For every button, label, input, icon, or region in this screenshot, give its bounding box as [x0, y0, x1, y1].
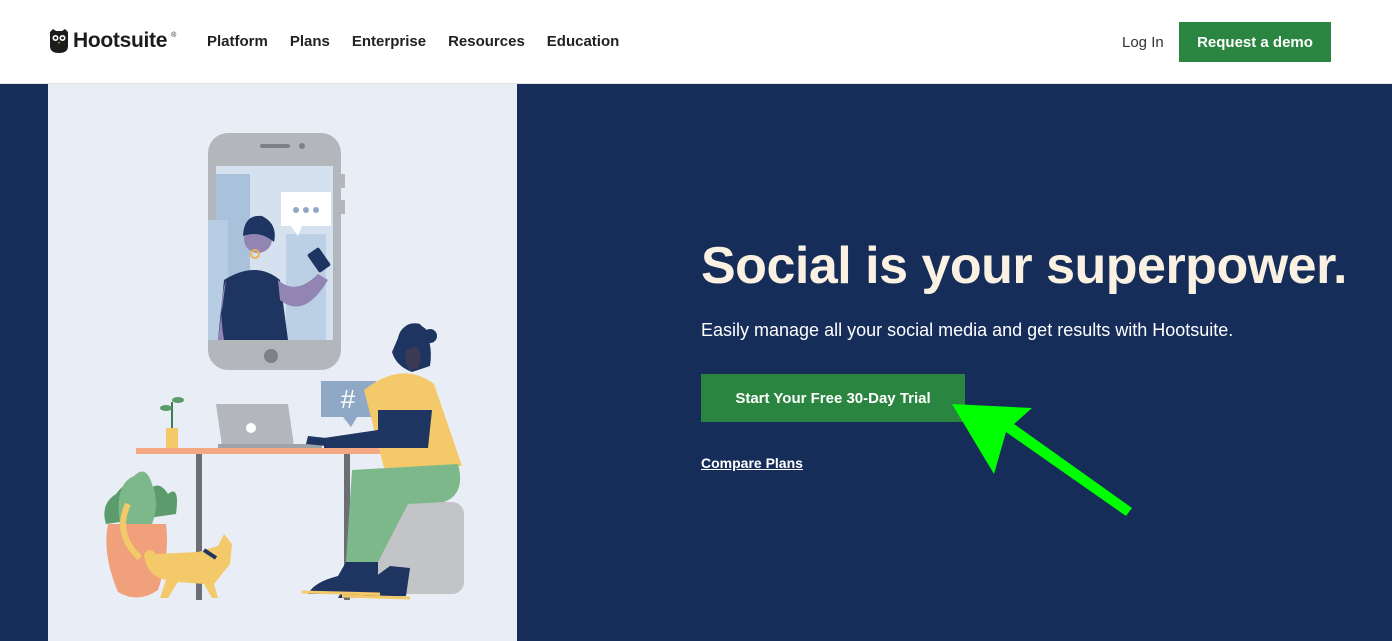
nav-resources[interactable]: Resources	[448, 33, 525, 50]
hero-subtext: Easily manage all your social media and …	[701, 320, 1234, 340]
request-demo-button[interactable]: Request a demo	[1179, 22, 1331, 62]
main-nav: Platform Plans Enterprise Resources Educ…	[207, 33, 641, 50]
green-pointer-arrow	[952, 404, 1132, 516]
hero-illustration: #	[48, 84, 517, 641]
nav-education[interactable]: Education	[547, 33, 620, 50]
compare-plans-link[interactable]: Compare Plans	[701, 455, 803, 471]
site-header: Hootsuite ® Platform Plans Enterprise Re…	[0, 0, 1392, 84]
start-free-trial-button[interactable]: Start Your Free 30-Day Trial	[701, 374, 965, 422]
login-link[interactable]: Log In	[1122, 34, 1164, 51]
hashtag-glyph: #	[341, 384, 356, 414]
logo-wordmark: Hootsuite	[73, 29, 168, 52]
hootsuite-logo[interactable]: Hootsuite ®	[49, 28, 176, 54]
hero-headline: Social is your superpower.	[701, 237, 1347, 295]
nav-plans[interactable]: Plans	[290, 33, 330, 50]
nav-enterprise[interactable]: Enterprise	[352, 33, 426, 50]
nav-platform[interactable]: Platform	[207, 33, 268, 50]
illustration-svg: #	[104, 133, 464, 600]
registered-mark: ®	[171, 32, 177, 39]
owl-logo-icon	[50, 29, 68, 53]
